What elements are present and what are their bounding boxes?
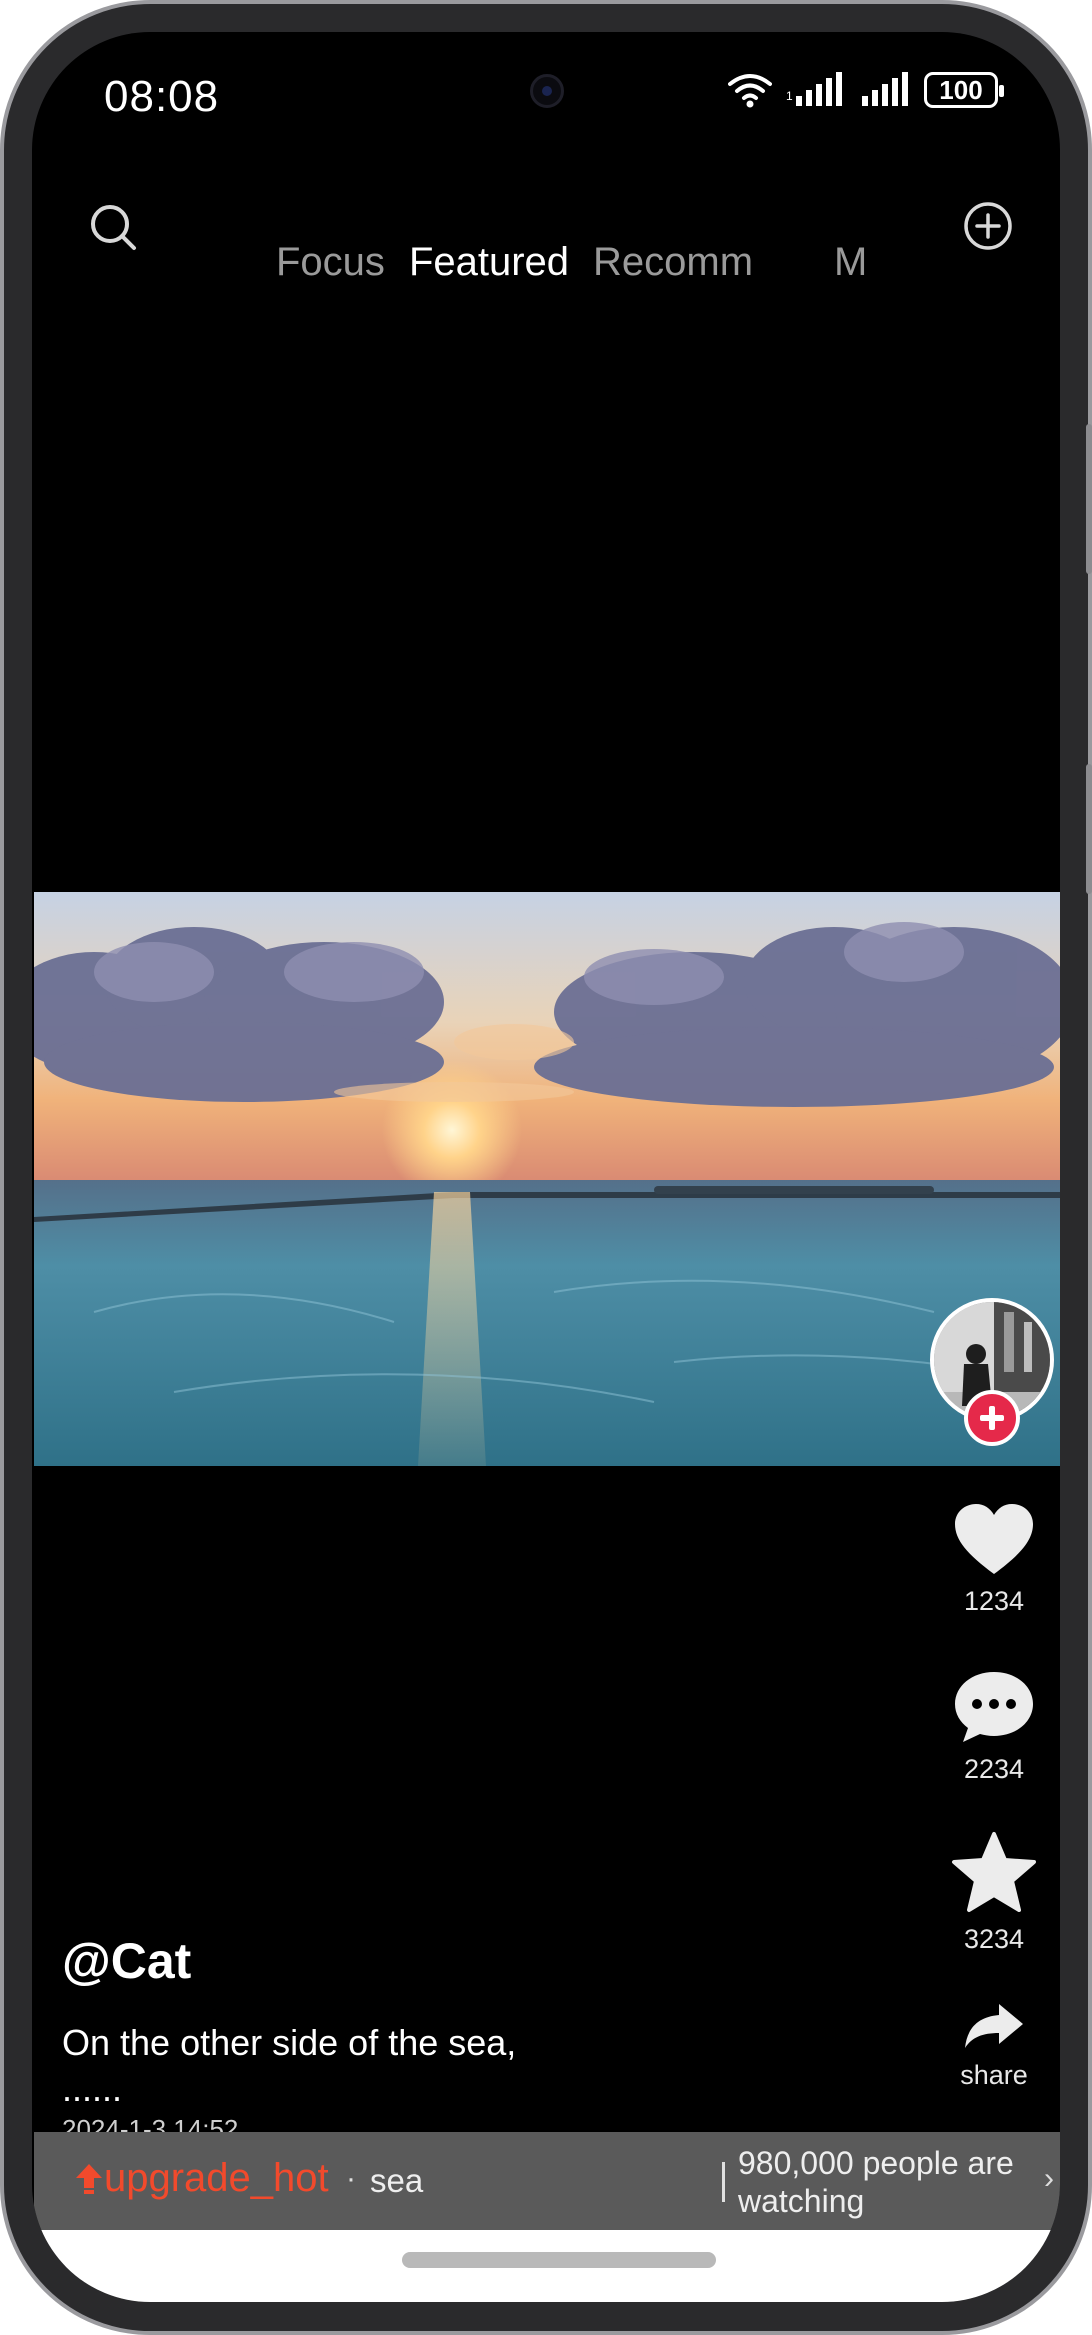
heart-icon bbox=[955, 1504, 1033, 1574]
status-icons: 1 100 bbox=[728, 72, 1004, 108]
status-bar: 08:08 1 100 bbox=[32, 32, 1060, 162]
topic-label[interactable]: sea bbox=[370, 2162, 423, 2200]
share-arrow-icon bbox=[965, 2004, 1023, 2048]
follow-button[interactable] bbox=[964, 1390, 1020, 1446]
favorite-count: 3234 bbox=[963, 1924, 1025, 1954]
watching-count: 980,000 people are watching bbox=[738, 2145, 1014, 2219]
search-icon[interactable] bbox=[84, 198, 144, 258]
phone-frame: 08:08 1 100 Focus Featured Recomm M 1234… bbox=[0, 0, 1092, 2335]
front-camera bbox=[530, 74, 564, 108]
hot-topic-bar[interactable]: upgrade_hot · sea 980,000 people are wat… bbox=[34, 2132, 1060, 2230]
comment-count: 2234 bbox=[963, 1754, 1025, 1784]
chevron-right-icon[interactable]: › bbox=[1044, 2162, 1054, 2196]
like-count: 1234 bbox=[963, 1586, 1025, 1616]
topic-separator: · bbox=[346, 2162, 356, 2195]
tab-more[interactable]: M bbox=[834, 240, 867, 285]
post-caption: @Cat On the other side of the sea, .....… bbox=[62, 1932, 542, 2145]
post-description[interactable]: On the other side of the sea, ...... bbox=[62, 2020, 542, 2112]
tab-recommend[interactable]: Recomm bbox=[593, 240, 753, 285]
bar-divider bbox=[722, 2162, 725, 2202]
svg-text:1: 1 bbox=[786, 89, 793, 103]
tab-focus[interactable]: Focus bbox=[276, 240, 385, 285]
favorite-button[interactable]: 3234 bbox=[932, 1830, 1056, 1955]
add-circle-icon[interactable] bbox=[958, 196, 1018, 256]
video-player[interactable] bbox=[34, 892, 1060, 1466]
comment-icon bbox=[955, 1672, 1033, 1742]
battery-indicator: 100 bbox=[924, 72, 1004, 108]
comment-button[interactable]: 2234 bbox=[932, 1670, 1056, 1785]
feed-tabs: Focus Featured Recomm bbox=[276, 240, 753, 285]
author-name[interactable]: @Cat bbox=[62, 1932, 542, 1990]
wifi-icon bbox=[728, 74, 772, 108]
hot-tag[interactable]: upgrade_hot bbox=[74, 2156, 329, 2201]
tab-featured[interactable]: Featured bbox=[409, 240, 569, 285]
upgrade-arrow-icon bbox=[76, 2163, 102, 2194]
share-button[interactable]: share bbox=[932, 2002, 1056, 2091]
status-time: 08:08 bbox=[104, 72, 220, 121]
star-icon bbox=[952, 1832, 1036, 1912]
screen: 08:08 1 100 Focus Featured Recomm M 1234… bbox=[32, 32, 1060, 2302]
top-navigation: Focus Featured Recomm M bbox=[32, 172, 1060, 285]
share-label: share bbox=[960, 2060, 1028, 2090]
volume-button bbox=[1086, 424, 1092, 574]
power-button bbox=[1086, 764, 1092, 894]
home-indicator[interactable] bbox=[402, 2252, 716, 2268]
gesture-area bbox=[32, 2230, 1060, 2302]
hot-label: upgrade_hot bbox=[104, 2156, 329, 2200]
signal-icon-sim1: 1 bbox=[786, 72, 842, 106]
signal-icon-sim2 bbox=[862, 72, 908, 106]
like-button[interactable]: 1234 bbox=[932, 1502, 1056, 1617]
video-frame-ocean-sunset bbox=[34, 892, 1060, 1466]
plus-icon bbox=[980, 1406, 1004, 1430]
